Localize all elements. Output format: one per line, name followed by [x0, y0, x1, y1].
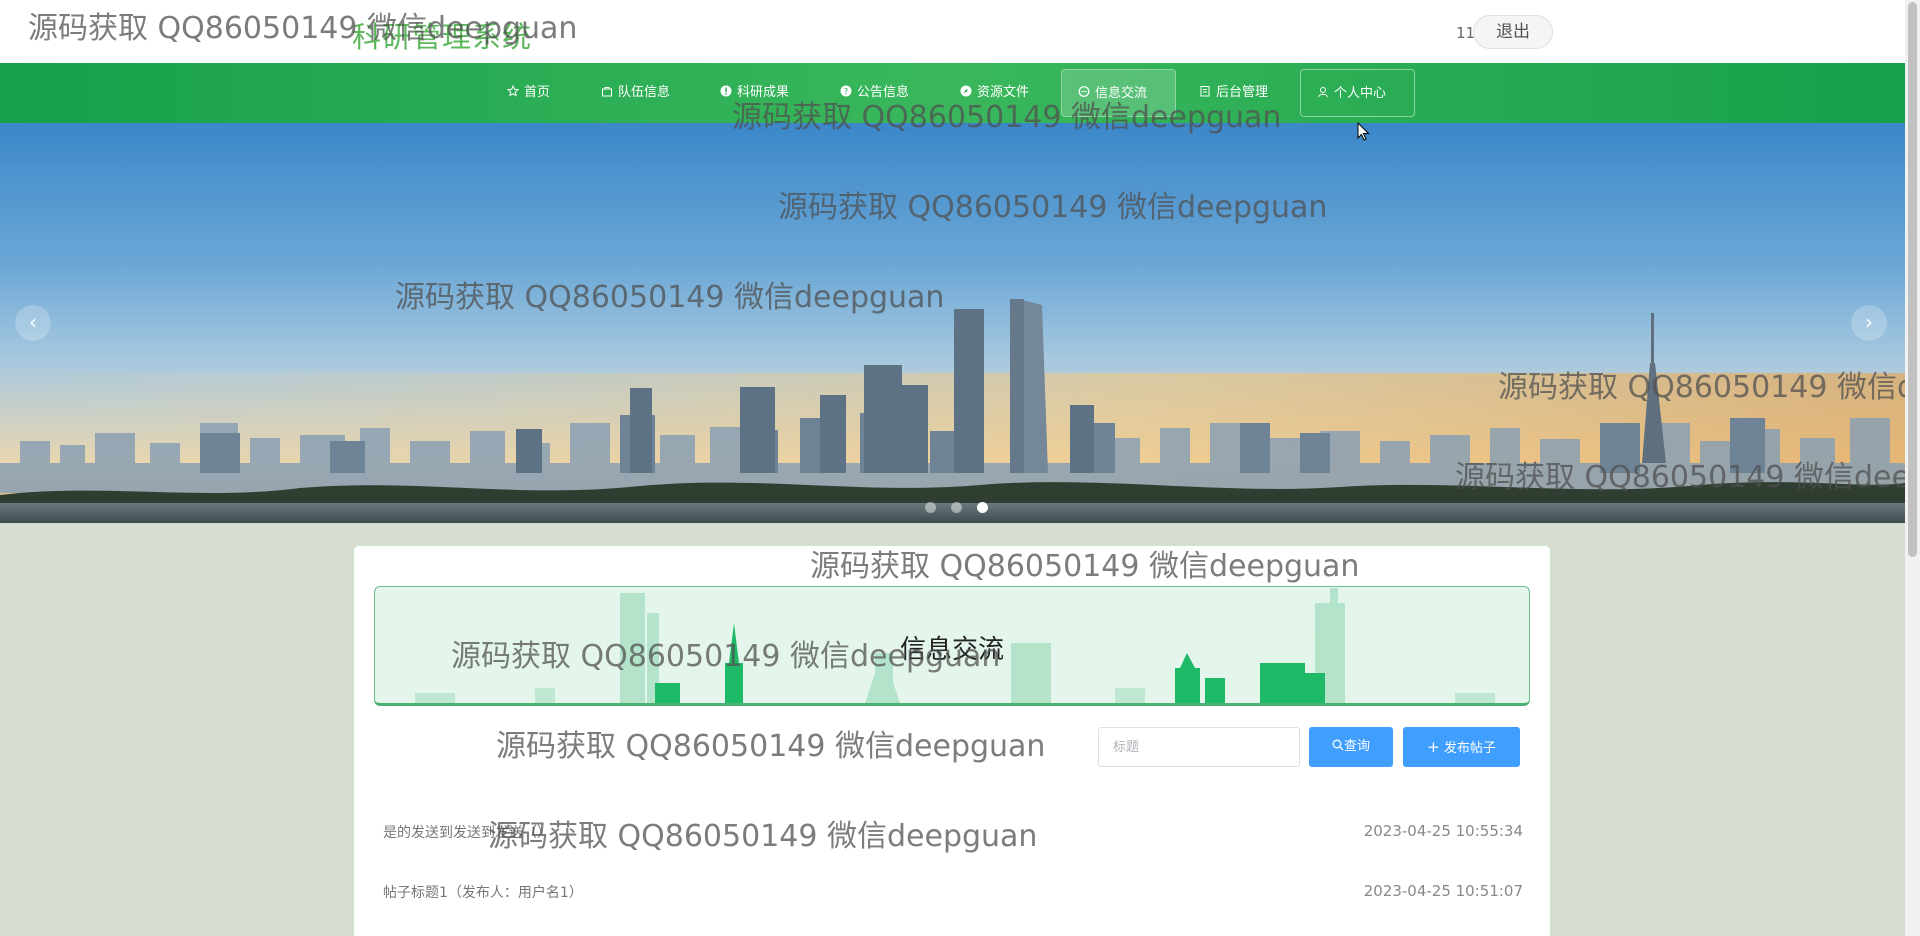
nav-item-team[interactable]: 队伍信息: [585, 69, 686, 117]
info-circle-icon: [720, 85, 732, 97]
carousel-dot[interactable]: [951, 502, 963, 513]
svg-text:?: ?: [844, 87, 848, 96]
star-icon: [507, 85, 519, 97]
city-skyline-image: [0, 299, 1905, 523]
nav-item-resources[interactable]: 资源文件: [944, 69, 1045, 117]
section-header: 信息交流: [374, 586, 1530, 706]
banner-carousel: ‹ ›: [0, 123, 1905, 523]
publish-post-label: 发布帖子: [1443, 741, 1496, 756]
nav-item-admin[interactable]: 后台管理: [1183, 69, 1284, 117]
post-list-item[interactable]: 帖子标题1（发布人：用户名1） 2023-04-25 10:51:07: [383, 878, 1523, 906]
nav-item-label: 首页: [524, 85, 551, 100]
post-date: 2023-04-25 10:55:34: [1363, 822, 1523, 840]
nav-item-research[interactable]: 科研成果: [704, 69, 805, 117]
top-header: 科研管理系统 11 退出: [0, 0, 1905, 63]
content-card: 信息交流 查询 + 发布帖子 是的发送到发送到发送（） 2023-04-25 1…: [353, 545, 1551, 936]
nav-item-label: 公告信息: [857, 85, 910, 100]
nav-item-label: 信息交流: [1095, 86, 1148, 101]
post-list-item[interactable]: 是的发送到发送到发送（） 2023-04-25 10:55:34: [383, 818, 1523, 846]
nav-item-label: 科研成果: [737, 85, 790, 100]
plus-icon: +: [1427, 738, 1440, 756]
nav-item-profile[interactable]: 个人中心: [1300, 69, 1415, 117]
section-title: 信息交流: [899, 635, 1004, 665]
mouse-cursor-icon: [1357, 122, 1370, 141]
query-button[interactable]: 查询: [1309, 727, 1393, 767]
title-search-input[interactable]: [1098, 727, 1300, 767]
post-title: 帖子标题1（发布人：用户名1）: [383, 885, 583, 901]
nav-item-label: 后台管理: [1216, 85, 1269, 100]
nav-item-label: 资源文件: [977, 85, 1030, 100]
publish-post-button[interactable]: + 发布帖子: [1403, 727, 1520, 767]
bag-icon: [602, 87, 612, 97]
logout-button[interactable]: 退出: [1473, 15, 1553, 49]
query-button-label: 查询: [1343, 739, 1370, 754]
carousel-dot[interactable]: [925, 502, 936, 513]
nav-item-home[interactable]: 首页: [491, 69, 566, 117]
next-slide-button[interactable]: ›: [1851, 305, 1887, 341]
nav-item-notice[interactable]: ? 公告信息: [824, 69, 925, 117]
nav-item-label: 队伍信息: [618, 85, 671, 100]
page-scrollbar[interactable]: [1905, 0, 1920, 936]
question-circle-icon: ?: [840, 85, 852, 97]
search-icon: [1332, 739, 1344, 751]
nav-item-exchange[interactable]: 信息交流: [1061, 69, 1176, 117]
post-date: 2023-04-25 10:51:07: [1363, 882, 1523, 900]
user-icon: [1318, 87, 1328, 98]
document-icon: [1200, 86, 1210, 97]
compass-icon: [960, 85, 972, 97]
site-title: 科研管理系统: [352, 20, 533, 54]
post-title: 是的发送到发送到发送（）: [383, 825, 551, 841]
carousel-dot-active[interactable]: [977, 502, 989, 513]
chat-icon: [1078, 86, 1090, 97]
carousel-dots: [925, 498, 998, 517]
main-nav: 首页 队伍信息 科研成果 ? 公告信息 资源文件 信息交流 后台管理 个人中心: [0, 63, 1905, 123]
scrollbar-thumb[interactable]: [1908, 2, 1917, 557]
nav-item-label: 个人中心: [1334, 86, 1387, 101]
prev-slide-button[interactable]: ‹: [15, 305, 51, 341]
